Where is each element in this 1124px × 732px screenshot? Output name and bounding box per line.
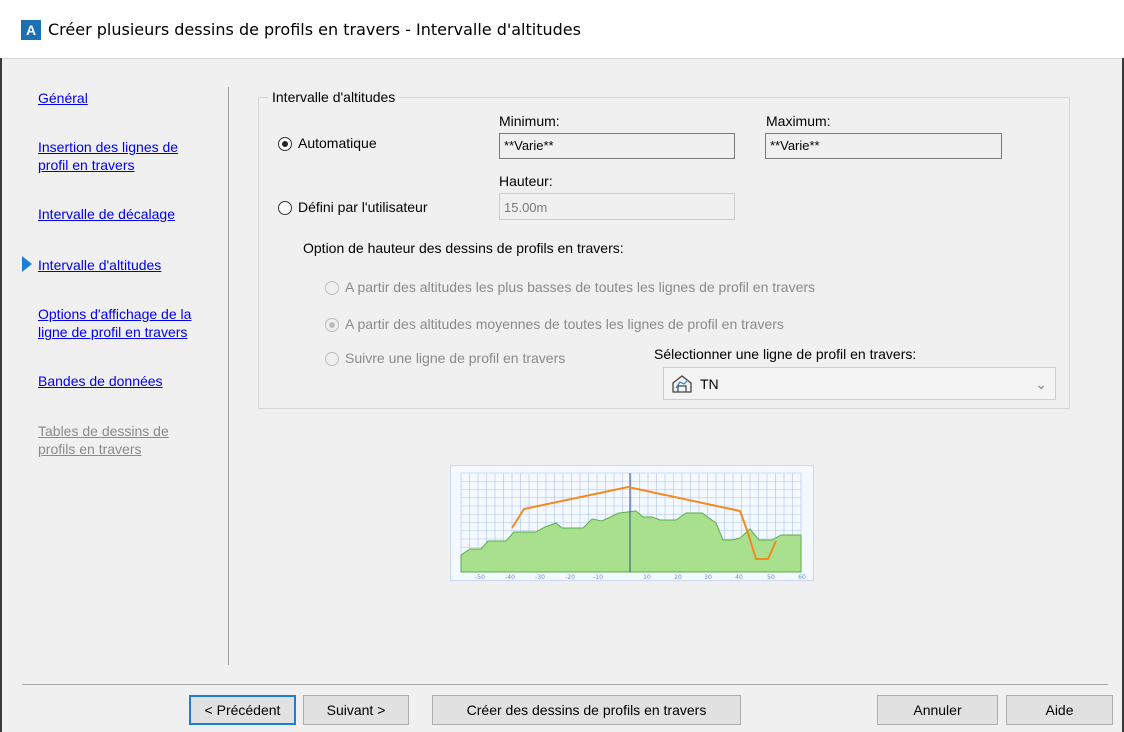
- automatic-radio[interactable]: [278, 137, 292, 151]
- nav-link-offset-range[interactable]: Intervalle de décalage: [38, 205, 218, 223]
- preview-tick-label: -20: [565, 574, 575, 581]
- select-sample-line-label: Sélectionner une ligne de profil en trav…: [654, 346, 917, 362]
- user-defined-radio[interactable]: [278, 201, 292, 215]
- option-lowest-radio: [325, 281, 339, 295]
- height-label: Hauteur:: [499, 173, 553, 189]
- user-defined-label[interactable]: Défini par l'utilisateur: [298, 199, 428, 215]
- nav-link-display-options[interactable]: Options d'affichage de la ligne de profi…: [38, 305, 223, 341]
- nav-link-tables: Tables de dessins de profils en travers: [38, 423, 169, 457]
- nav-link-general[interactable]: Général: [38, 89, 218, 107]
- preview-tick-label: -10: [593, 574, 603, 581]
- nav-link-data-bands[interactable]: Bandes de données: [38, 372, 218, 390]
- nav-link-elevation-range[interactable]: Intervalle d'altitudes: [38, 256, 218, 274]
- preview-tick-label: 10: [643, 574, 651, 581]
- option-lowest-label: A partir des altitudes les plus basses d…: [345, 279, 816, 295]
- window-title: Créer plusieurs dessins de profils en tr…: [48, 20, 581, 39]
- title-bar: A Créer plusieurs dessins de profils en …: [0, 0, 1124, 59]
- option-follow-label: Suivre une ligne de profil en travers: [345, 350, 566, 366]
- option-average-label: A partir des altitudes moyennes de toute…: [345, 316, 784, 332]
- height-option-title: Option de hauteur des dessins de profils…: [303, 240, 624, 256]
- app-logo-icon: A: [21, 20, 41, 40]
- sample-line-value: TN: [700, 376, 719, 392]
- preview-tick-label: 20: [674, 574, 682, 581]
- nav-link-insertion[interactable]: Insertion des lignes de profil en traver…: [38, 138, 208, 174]
- preview-tick-label: 60: [798, 574, 806, 581]
- cancel-button[interactable]: Annuler: [877, 695, 998, 725]
- height-field: 15.00m: [499, 193, 735, 220]
- previous-button[interactable]: < Précédent: [189, 695, 296, 725]
- preview-tick-label: -50: [475, 574, 485, 581]
- preview-tick-label: -30: [535, 574, 545, 581]
- bottom-separator: [22, 684, 1108, 685]
- preview-tick-label: 30: [704, 574, 712, 581]
- maximum-label: Maximum:: [766, 113, 831, 129]
- create-section-views-button[interactable]: Créer des dessins de profils en travers: [432, 695, 741, 725]
- next-button[interactable]: Suivant >: [303, 695, 409, 725]
- help-button[interactable]: Aide: [1006, 695, 1113, 725]
- chevron-down-icon[interactable]: ⌄: [1035, 376, 1047, 393]
- preview-tick-label: -40: [505, 574, 515, 581]
- minimum-field[interactable]: **Varie**: [499, 133, 735, 159]
- preview-tick-label: 50: [767, 574, 775, 581]
- sample-line-icon: [672, 375, 692, 393]
- section-view-preview: -50 -40 -30 -20 -10 10 20 30 40 50 60: [450, 465, 814, 581]
- group-legend: Intervalle d'altitudes: [268, 89, 400, 105]
- window-frame-left: [0, 58, 2, 732]
- automatic-label[interactable]: Automatique: [298, 135, 377, 151]
- option-average-radio: [325, 318, 339, 332]
- sample-line-select[interactable]: TN ⌄: [663, 367, 1056, 400]
- current-page-arrow-icon: [22, 256, 32, 272]
- preview-tick-label: 40: [735, 574, 743, 581]
- option-follow-radio: [325, 352, 339, 366]
- minimum-label: Minimum:: [499, 113, 560, 129]
- maximum-field[interactable]: **Varie**: [765, 133, 1002, 159]
- nav-divider: [228, 87, 229, 665]
